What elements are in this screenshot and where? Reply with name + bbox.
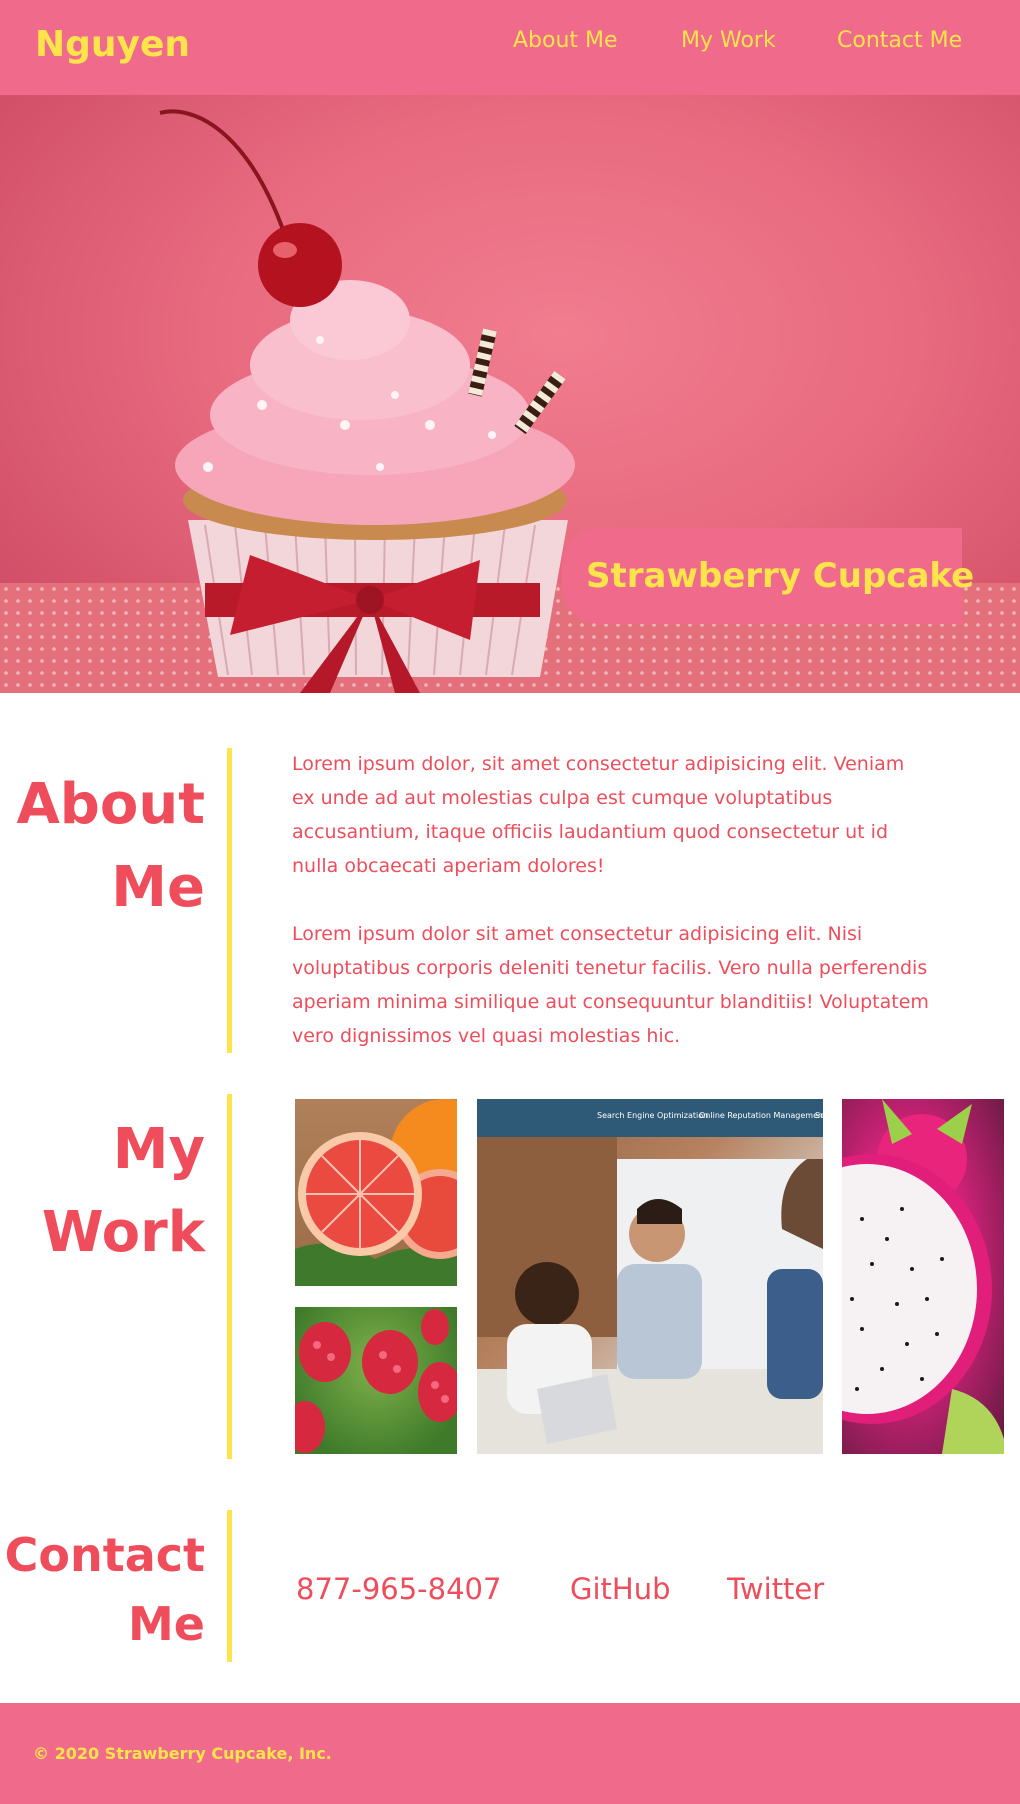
- work-divider: [227, 1094, 232, 1459]
- contact-twitter-link[interactable]: Twitter: [727, 1572, 824, 1606]
- contact-heading: Contact Me: [4, 1528, 205, 1651]
- nav-about-me[interactable]: About Me: [513, 28, 618, 53]
- work-tile-dragonfruit[interactable]: [842, 1099, 1004, 1454]
- work-heading: My Work: [41, 1117, 205, 1265]
- grapefruit-photo: [295, 1099, 457, 1286]
- site-footer: © 2020 Strawberry Cupcake, Inc.: [0, 1703, 1020, 1804]
- cherry-stem: [159, 109, 292, 251]
- about-text: Lorem ipsum dolor, sit amet consectetur …: [292, 747, 932, 1087]
- hero-title-badge: Strawberry Cupcake: [562, 528, 974, 624]
- about-paragraph: Lorem ipsum dolor, sit amet consectetur …: [292, 753, 905, 877]
- main-nav: About Me My Work Contact Me: [0, 28, 1020, 58]
- about-heading: About Me: [16, 772, 205, 920]
- office-meeting-photo: [477, 1137, 823, 1454]
- dragonfruit-photo: [842, 1099, 1004, 1454]
- nav-contact-me[interactable]: Contact Me: [837, 28, 962, 53]
- nav-my-work[interactable]: My Work: [681, 28, 776, 53]
- work-tile-office[interactable]: Search Engine Optimization Online Reputa…: [477, 1099, 823, 1454]
- contact-github-link[interactable]: GitHub: [570, 1572, 671, 1606]
- cherry: [258, 223, 342, 307]
- site-header: Nguyen About Me My Work Contact Me: [0, 0, 1020, 95]
- hero-title: Strawberry Cupcake: [586, 556, 975, 596]
- about-divider: [227, 748, 232, 1053]
- about-paragraph: Lorem ipsum dolor sit amet consectetur a…: [292, 923, 929, 1047]
- contact-divider: [227, 1510, 232, 1662]
- work-tile-raspberry[interactable]: [295, 1307, 457, 1454]
- hero-banner: Strawberry Cupcake: [0, 95, 1020, 693]
- raspberry-photo: [295, 1309, 457, 1453]
- contact-phone-link[interactable]: 877-965-8407: [296, 1572, 501, 1606]
- footer-copyright: © 2020 Strawberry Cupcake, Inc.: [33, 1744, 332, 1763]
- work-tile-grapefruit[interactable]: [295, 1099, 457, 1286]
